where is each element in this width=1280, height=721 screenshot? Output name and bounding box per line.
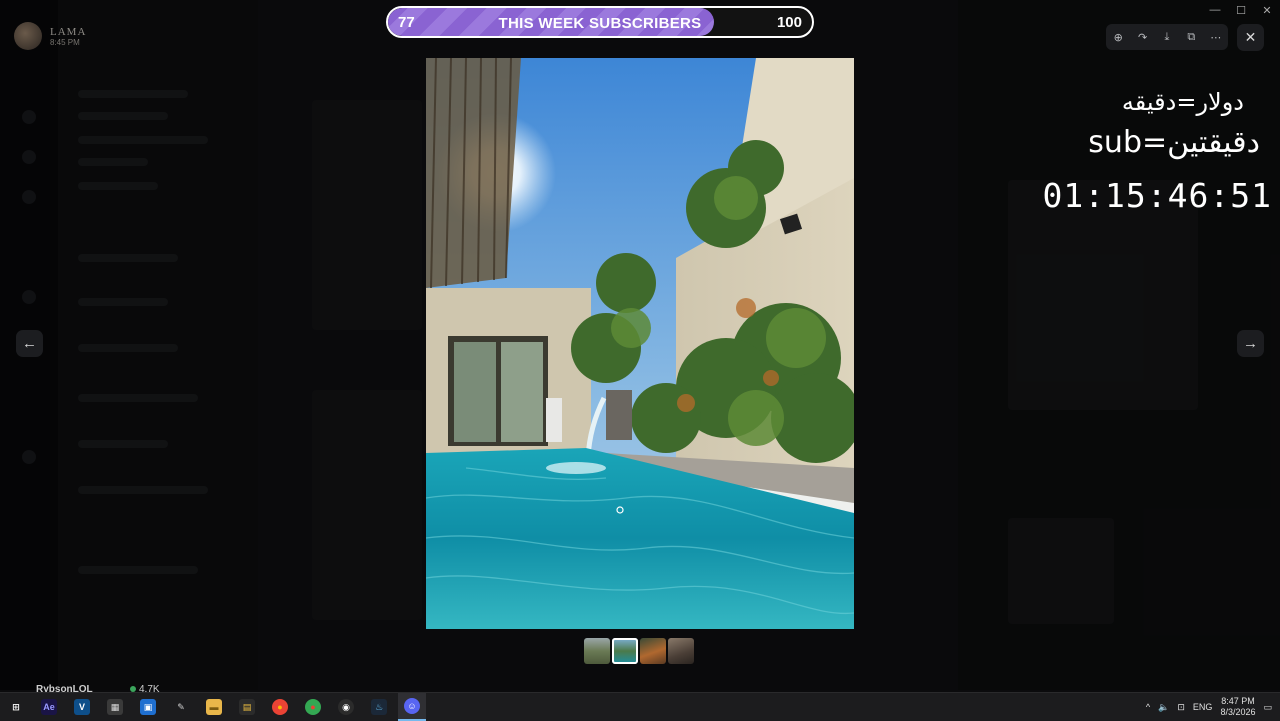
language-indicator[interactable]: ENG [1193, 702, 1213, 712]
chrome-icon[interactable]: ● [266, 693, 294, 721]
viewer-image[interactable] [426, 58, 854, 629]
discord-glyph: ☺ [404, 698, 420, 714]
viewer-close-button[interactable]: ✕ [1237, 24, 1264, 51]
avatar [14, 22, 42, 50]
chrome-profile-icon[interactable]: ● [299, 693, 327, 721]
more-icon[interactable]: ⋯ [1207, 28, 1225, 46]
clock-time: 8:47 PM [1221, 696, 1255, 706]
window-close-button[interactable]: ✕ [1254, 0, 1280, 20]
windows-start-glyph: ⊞ [12, 701, 20, 712]
overlay-rate-dollar: دولار=دقيقه [1121, 88, 1244, 116]
overlay-rate-sub: sub=دقيقتين [1088, 125, 1260, 160]
taskbar-apps: ⊞ Ae V ▦ ▣ ✎ ▬ ▤ ● ● ◉ ♨ ☺ [0, 693, 431, 721]
thumbnail-active[interactable] [612, 638, 638, 664]
zoom-icon[interactable]: ⊕ [1109, 28, 1127, 46]
previous-image-button[interactable]: ← [16, 330, 43, 357]
thumbnail[interactable] [640, 638, 666, 664]
microsoft-store-glyph: ▤ [239, 699, 255, 715]
taskbar-clock[interactable]: 8:47 PM 8/3/2026 [1220, 696, 1255, 718]
obs-glyph: ◉ [338, 699, 354, 715]
volume-icon[interactable]: 🔈 [1158, 702, 1169, 713]
maximize-button[interactable]: ☐ [1228, 0, 1254, 20]
subscriber-goal-bar: 77 THIS WEEK SUBSCRIBERS 100 [386, 6, 814, 38]
windows-start-icon[interactable]: ⊞ [2, 693, 30, 721]
subscriber-goal-title: THIS WEEK SUBSCRIBERS [498, 15, 702, 32]
obs-icon[interactable]: ◉ [332, 693, 360, 721]
network-icon[interactable]: ⊡ [1177, 702, 1185, 713]
visual-studio-icon[interactable]: V [68, 693, 96, 721]
tray-chevron-icon[interactable]: ^ [1146, 702, 1150, 712]
after-effects-glyph: Ae [41, 699, 57, 715]
subathon-timer: 01:15:46:51 [1042, 176, 1272, 215]
steam-glyph: ♨ [371, 699, 387, 715]
image-thumbnails [584, 638, 694, 664]
after-effects-icon[interactable]: Ae [35, 693, 63, 721]
server-name: LAMA [50, 25, 87, 38]
paint-icon[interactable]: ✎ [167, 693, 195, 721]
download-icon[interactable]: ⤓ [1158, 28, 1176, 46]
notifications-icon[interactable]: ▭ [1263, 702, 1272, 713]
taskbar-app-blue-icon[interactable]: ▣ [134, 693, 162, 721]
open-external-icon[interactable]: ⧉ [1182, 28, 1200, 46]
next-image-button[interactable]: → [1237, 330, 1264, 357]
discord-icon[interactable]: ☺ [398, 693, 426, 721]
server-time: 8:45 PM [50, 37, 80, 47]
system-tray: ^ 🔈 ⊡ ENG 8:47 PM 8/3/2026 ▭ [1146, 693, 1272, 721]
calculator-icon[interactable]: ▦ [101, 693, 129, 721]
minimize-button[interactable]: — [1202, 0, 1228, 20]
windows-taskbar: ⊞ Ae V ▦ ▣ ✎ ▬ ▤ ● ● ◉ ♨ ☺ ^ 🔈 ⊡ ENG 8:47 PM 8/3/202… [0, 692, 1280, 721]
paint-glyph: ✎ [177, 701, 185, 712]
server-header: LAMA 8:45 PM [14, 22, 86, 50]
forward-icon[interactable]: ↷ [1134, 28, 1152, 46]
pool-photo [426, 58, 854, 629]
clock-date: 8/3/2026 [1220, 707, 1256, 717]
subscriber-goal-target: 100 [776, 14, 802, 31]
calculator-glyph: ▦ [107, 699, 123, 715]
chrome-glyph: ● [272, 699, 288, 715]
image-viewer-toolbar: ⊕ ↷ ⤓ ⧉ ⋯ [1106, 24, 1228, 50]
microsoft-store-icon[interactable]: ▤ [233, 693, 261, 721]
thumbnail[interactable] [668, 638, 694, 664]
taskbar-app-blue-glyph: ▣ [140, 699, 156, 715]
steam-icon[interactable]: ♨ [365, 693, 393, 721]
file-explorer-icon[interactable]: ▬ [200, 693, 228, 721]
chrome-profile-glyph: ● [305, 699, 321, 715]
window-controls: — ☐ ✕ [1202, 0, 1280, 20]
thumbnail[interactable] [584, 638, 610, 664]
file-explorer-glyph: ▬ [206, 699, 222, 715]
visual-studio-glyph: V [74, 699, 90, 715]
